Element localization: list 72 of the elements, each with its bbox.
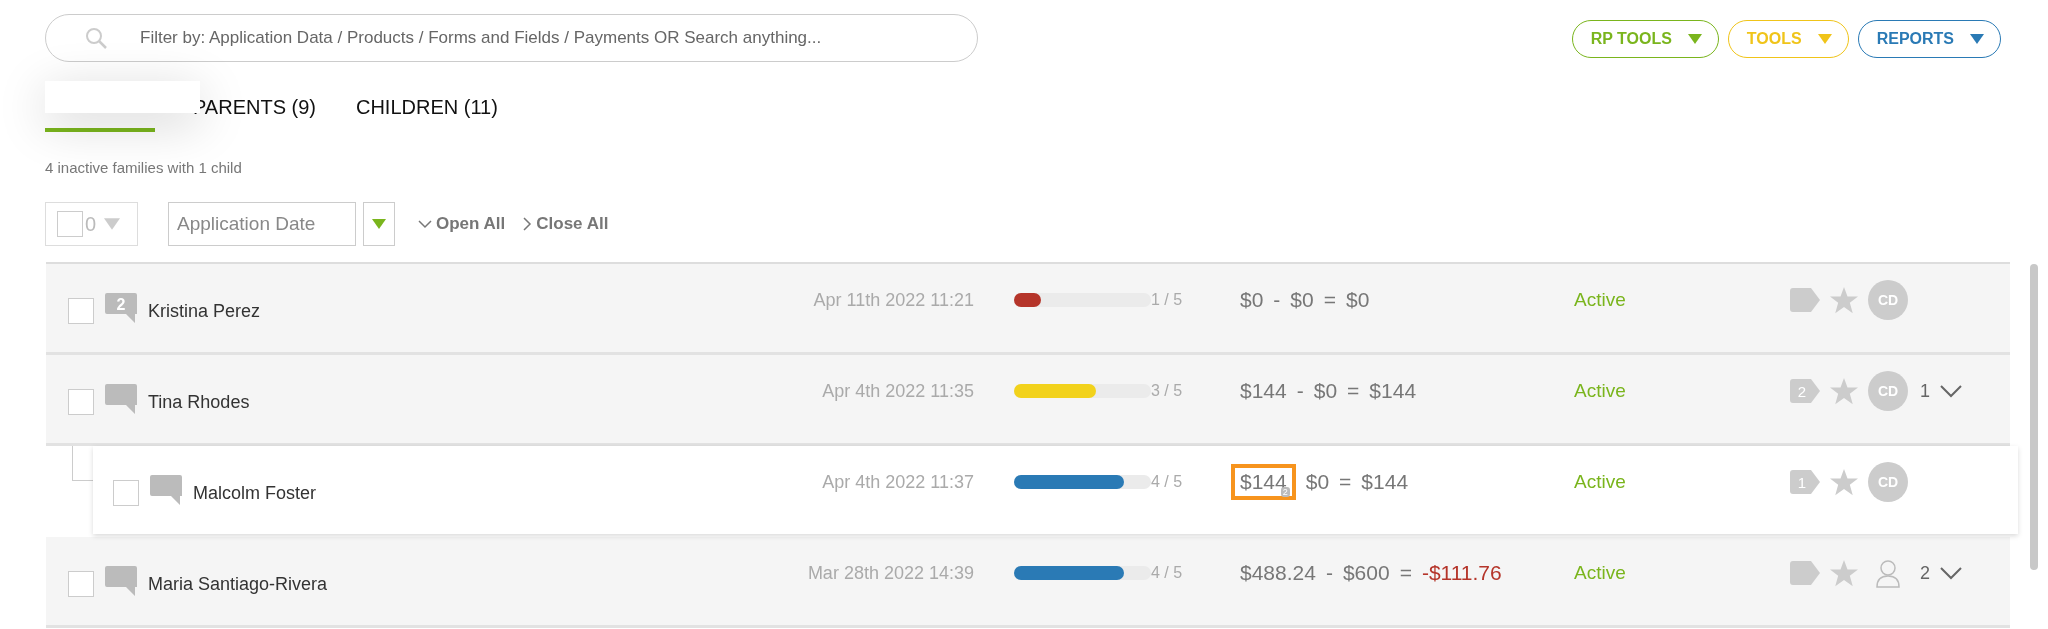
count-badge: 2 [1280,487,1290,497]
checkbox[interactable] [68,571,94,597]
sort-dropdown-button[interactable] [363,202,395,246]
child-count: 1 [1920,380,1930,402]
search-icon [85,27,107,49]
open-all-link[interactable]: Open All [418,214,506,234]
tab[interactable]: CHILDREN (11) [356,90,498,132]
header-dropdown-button[interactable]: RP TOOLS [1571,20,1719,58]
comment-icon[interactable] [150,475,182,505]
equals-sign: = [1399,561,1412,585]
close-all-link[interactable]: Close All [523,214,609,234]
sort-field-select[interactable]: Application Date [168,202,356,246]
score-text: 3 / 5 [1151,382,1184,400]
search-field[interactable]: Filter by: Application Data / Products / Forms and Fields / Payments OR Search anything... [45,14,978,62]
minus-sign: - [1325,561,1333,585]
star-icon[interactable] [1830,468,1858,496]
person-icon[interactable] [1875,558,1901,588]
application-date: Apr 4th 2022 11:37 [821,471,974,493]
score-text: 4 / 5 [1151,564,1184,582]
checkbox[interactable] [68,389,94,415]
status-text: Active [1574,562,1627,584]
caret-icon [372,219,386,229]
caret-icon [1687,34,1702,44]
chevron-down-icon[interactable] [1940,566,1962,580]
balance-amount: $0 [1346,288,1370,312]
checkbox[interactable] [68,298,94,324]
tag-icon[interactable] [1790,561,1820,585]
status-text: Active [1574,289,1627,311]
summary-text: 4 inactive families with 1 child [45,159,242,176]
application-date: Apr 4th 2022 11:35 [821,380,974,402]
star-icon[interactable] [1830,286,1858,314]
equals-sign: = [1339,470,1352,494]
equals-sign: = [1347,379,1360,403]
paid-amount: $600 [1342,561,1390,585]
chevron-down-icon[interactable] [1940,384,1962,398]
paid-amount: $0 [1305,470,1330,494]
application-date: Apr 11th 2022 11:21 [812,289,974,311]
comment-icon[interactable] [105,384,137,414]
balance-amount: -$111.76 [1421,561,1502,585]
application-date: Mar 28th 2022 14:39 [806,562,974,584]
paid-amount: $0 [1290,288,1314,312]
family-name[interactable]: Maria Santiago-Rivera [148,573,598,595]
child-count: 2 [1920,562,1930,584]
minus-sign: - [1296,379,1304,403]
star-icon[interactable] [1830,377,1858,405]
tag-icon[interactable] [1790,288,1820,312]
scrollbar[interactable] [2030,264,2038,570]
star-icon[interactable] [1830,559,1858,587]
caret-icon [1970,34,1984,44]
chevron-right-icon [523,217,533,231]
charged-amount: $0 [1240,288,1264,312]
paid-amount: $0 [1313,379,1338,403]
balance-amount: $144 [1369,379,1417,403]
chevron-down-icon [418,219,432,229]
score-text: 4 / 5 [1151,473,1184,491]
status-text: Active [1574,380,1627,402]
equals-sign: = [1323,288,1336,312]
checkbox[interactable] [113,480,139,506]
family-name[interactable]: Malcolm Foster [193,482,598,504]
family-row[interactable]: Maria Santiago-Rivera Mar 28th 2022 14:39 4 / 5 $488.24 - $600 = -$111.76 Active 2 [46,537,2010,628]
caret-icon [1817,34,1832,44]
score-text: 1 / 5 [1151,291,1184,309]
charged-amount: $144 [1240,379,1287,403]
family-name[interactable]: Kristina Perez [148,300,598,322]
charged-amount: $488.24 [1240,561,1316,585]
status-text: Active [1574,471,1627,493]
minus-sign: - [1273,288,1281,312]
comment-icon[interactable] [105,566,137,596]
balance-amount: $144 [1361,470,1409,494]
header-dropdown-button[interactable]: REPORTS [1857,20,2001,58]
caret-icon [104,218,121,230]
family-name[interactable]: Tina Rhodes [148,391,598,413]
